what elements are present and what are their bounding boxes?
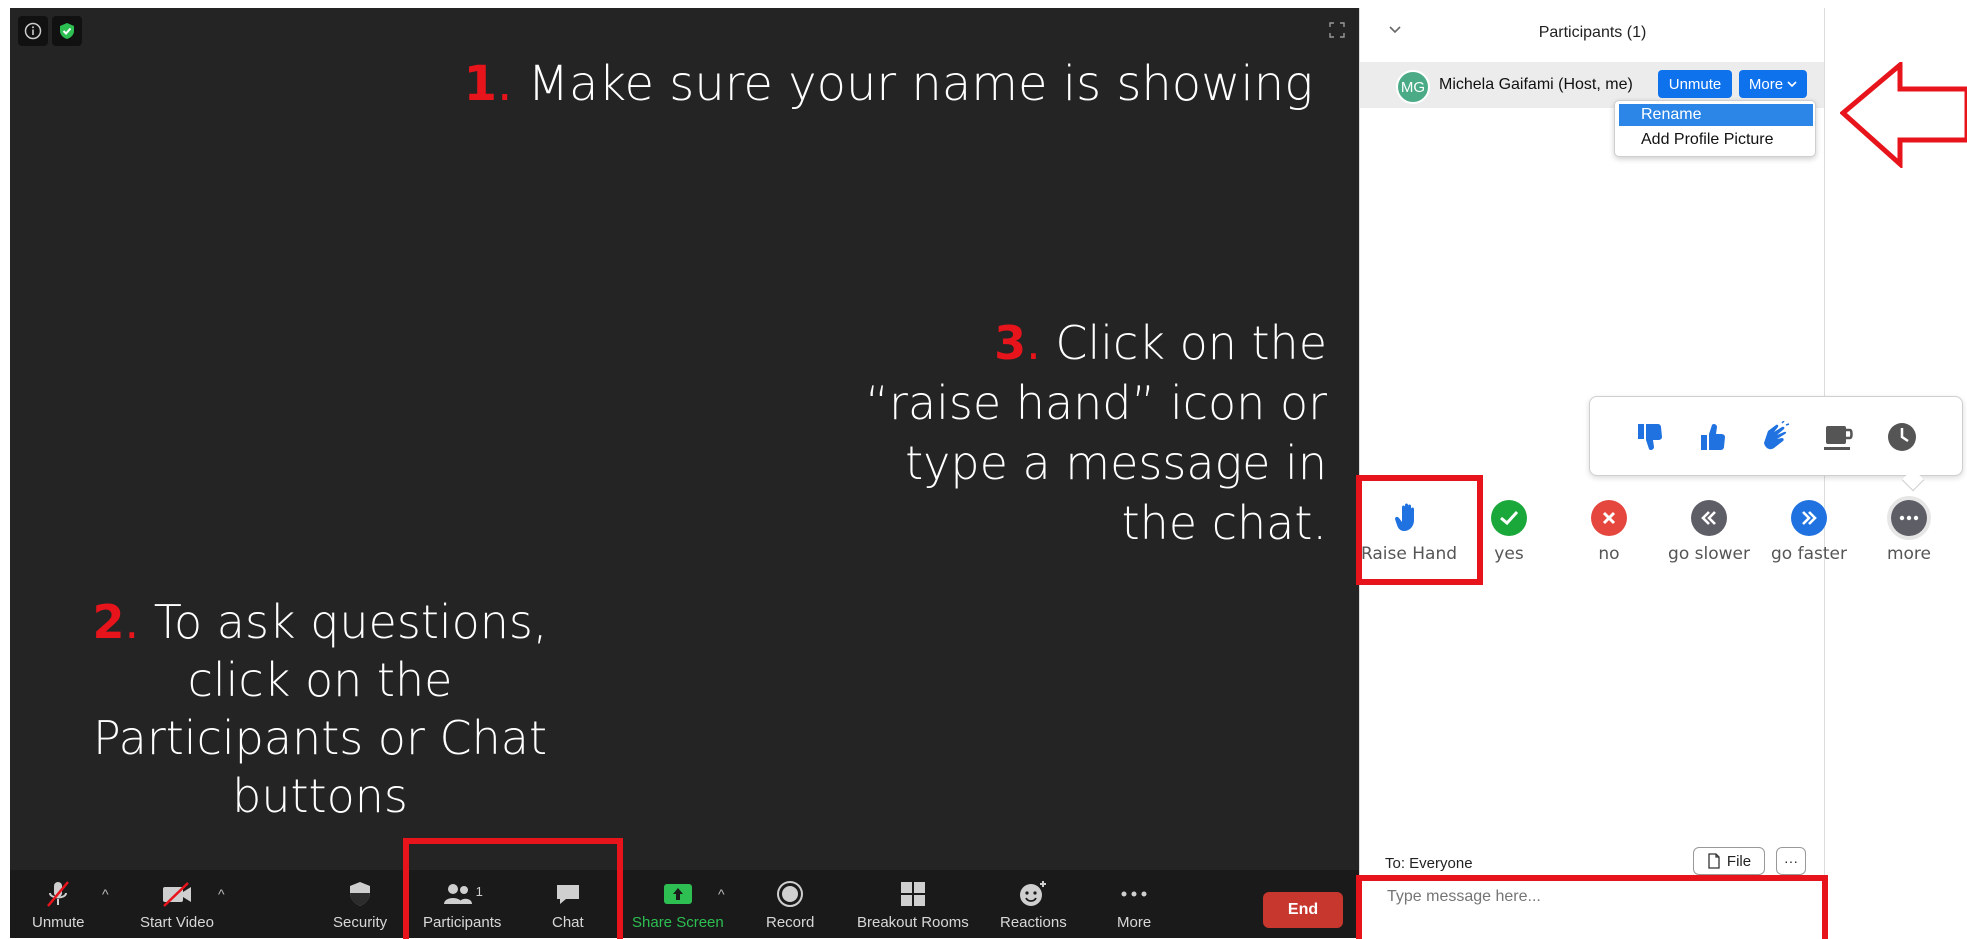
annotation-text: “raise hand” icon or bbox=[865, 376, 1327, 430]
go-faster-label: go faster bbox=[1771, 544, 1847, 564]
step-number: 2 bbox=[92, 595, 125, 649]
go-faster-button[interactable]: go faster bbox=[1759, 500, 1859, 564]
more-label: More bbox=[1117, 914, 1152, 931]
share-screen-button[interactable]: Share Screen bbox=[632, 878, 724, 931]
coffee-icon[interactable] bbox=[1819, 417, 1859, 457]
no-label: no bbox=[1598, 544, 1620, 564]
share-screen-icon bbox=[663, 878, 693, 910]
video-options-caret-icon[interactable]: ^ bbox=[218, 886, 225, 902]
reactions-icon bbox=[1018, 878, 1048, 910]
end-meeting-button[interactable]: End bbox=[1263, 892, 1343, 928]
annotation-text: type a message in bbox=[905, 436, 1327, 490]
annotation-text: the chat. bbox=[1121, 496, 1327, 550]
step-dot: . bbox=[1026, 316, 1041, 370]
thumbs-down-icon[interactable] bbox=[1630, 417, 1670, 457]
unmute-button[interactable]: Unmute bbox=[32, 878, 85, 931]
check-icon bbox=[1491, 500, 1527, 536]
unmute-label: Unmute bbox=[32, 914, 85, 931]
highlight-participants-chat bbox=[403, 838, 623, 939]
participant-unmute-button[interactable]: Unmute bbox=[1658, 70, 1732, 98]
more-dots-icon bbox=[1119, 878, 1149, 910]
video-muted-icon bbox=[160, 878, 194, 910]
clap-icon[interactable] bbox=[1756, 417, 1796, 457]
arrow-icon bbox=[1840, 62, 1967, 168]
highlight-raise-hand bbox=[1356, 475, 1483, 585]
more-button[interactable]: More bbox=[1117, 878, 1151, 931]
annotation-text: To ask questions, bbox=[139, 595, 548, 649]
step-number: 1 bbox=[463, 56, 498, 112]
info-icon[interactable] bbox=[18, 16, 48, 46]
breakout-rooms-button[interactable]: Breakout Rooms bbox=[857, 878, 969, 931]
x-icon bbox=[1591, 500, 1627, 536]
breakout-rooms-icon bbox=[899, 878, 927, 910]
start-video-button[interactable]: Start Video bbox=[140, 878, 214, 931]
go-slower-button[interactable]: go slower bbox=[1659, 500, 1759, 564]
avatar: MG bbox=[1396, 70, 1430, 104]
participants-panel-title: Participants (1) bbox=[1538, 24, 1647, 41]
annotation-step-3: 3. Click on the “raise hand” icon or typ… bbox=[807, 313, 1327, 553]
annotation-text: click on the bbox=[187, 653, 453, 707]
annotation-text: buttons bbox=[232, 769, 408, 823]
record-icon bbox=[776, 878, 804, 910]
share-screen-label: Share Screen bbox=[632, 914, 724, 931]
step-dot: . bbox=[124, 595, 140, 649]
step-number: 3 bbox=[994, 316, 1027, 370]
participant-more-button[interactable]: More bbox=[1739, 70, 1807, 98]
annotation-text: Make sure your name is showing bbox=[512, 56, 1313, 112]
rewind-icon bbox=[1691, 500, 1727, 536]
breakout-rooms-label: Breakout Rooms bbox=[857, 914, 969, 931]
highlight-chat-input bbox=[1356, 875, 1828, 939]
meeting-toolbar: Unmute ^ Start Video ^ Security 1 Partic… bbox=[10, 870, 1359, 938]
file-button[interactable]: File bbox=[1693, 847, 1765, 875]
share-options-caret-icon[interactable]: ^ bbox=[718, 886, 725, 902]
microphone-muted-icon bbox=[43, 878, 73, 910]
annotation-step-2: 2. To ask questions, click on the Partic… bbox=[60, 593, 580, 825]
record-label: Record bbox=[766, 914, 815, 931]
more-icon bbox=[1891, 500, 1927, 536]
fullscreen-icon[interactable] bbox=[1329, 22, 1345, 38]
security-label: Security bbox=[333, 914, 388, 931]
shield-check-icon[interactable] bbox=[52, 16, 82, 46]
thumbs-up-icon[interactable] bbox=[1693, 417, 1733, 457]
audio-options-caret-icon[interactable]: ^ bbox=[102, 886, 109, 902]
chat-recipient-label[interactable]: To: Everyone bbox=[1385, 855, 1473, 872]
menu-item-add-profile-picture[interactable]: Add Profile Picture bbox=[1619, 129, 1813, 151]
security-button[interactable]: Security bbox=[333, 878, 387, 931]
no-button[interactable]: no bbox=[1559, 500, 1659, 564]
file-icon bbox=[1708, 853, 1720, 869]
fast-forward-icon bbox=[1791, 500, 1827, 536]
participant-more-menu: Rename Add Profile Picture bbox=[1614, 100, 1816, 157]
chevron-down-icon bbox=[1787, 81, 1797, 88]
go-slower-label: go slower bbox=[1668, 544, 1750, 564]
start-video-label: Start Video bbox=[140, 914, 214, 931]
meeting-window: 1. Make sure your name is showing 3. Cli… bbox=[10, 8, 1359, 938]
annotation-step-1: 1. Make sure your name is showing bbox=[464, 56, 1313, 112]
file-label: File bbox=[1726, 852, 1752, 870]
reactions-popup bbox=[1589, 396, 1963, 476]
clock-icon[interactable] bbox=[1882, 417, 1922, 457]
more-feedback-label: more bbox=[1886, 544, 1932, 564]
reactions-label: Reactions bbox=[1000, 914, 1067, 931]
menu-item-rename[interactable]: Rename bbox=[1619, 104, 1813, 126]
annotation-text: Participants or Chat bbox=[92, 711, 547, 765]
chat-more-button[interactable]: ··· bbox=[1776, 847, 1806, 875]
participant-more-label: More bbox=[1748, 75, 1784, 93]
annotation-text: Click on the bbox=[1040, 316, 1327, 370]
more-feedback-button[interactable]: more bbox=[1859, 500, 1959, 564]
participant-name: Michela Gaifami (Host, me) bbox=[1439, 76, 1633, 93]
step-dot: . bbox=[497, 56, 513, 112]
yes-label: yes bbox=[1494, 544, 1524, 564]
reactions-button[interactable]: Reactions bbox=[1000, 878, 1067, 931]
record-button[interactable]: Record bbox=[766, 878, 814, 931]
shield-icon bbox=[347, 878, 373, 910]
